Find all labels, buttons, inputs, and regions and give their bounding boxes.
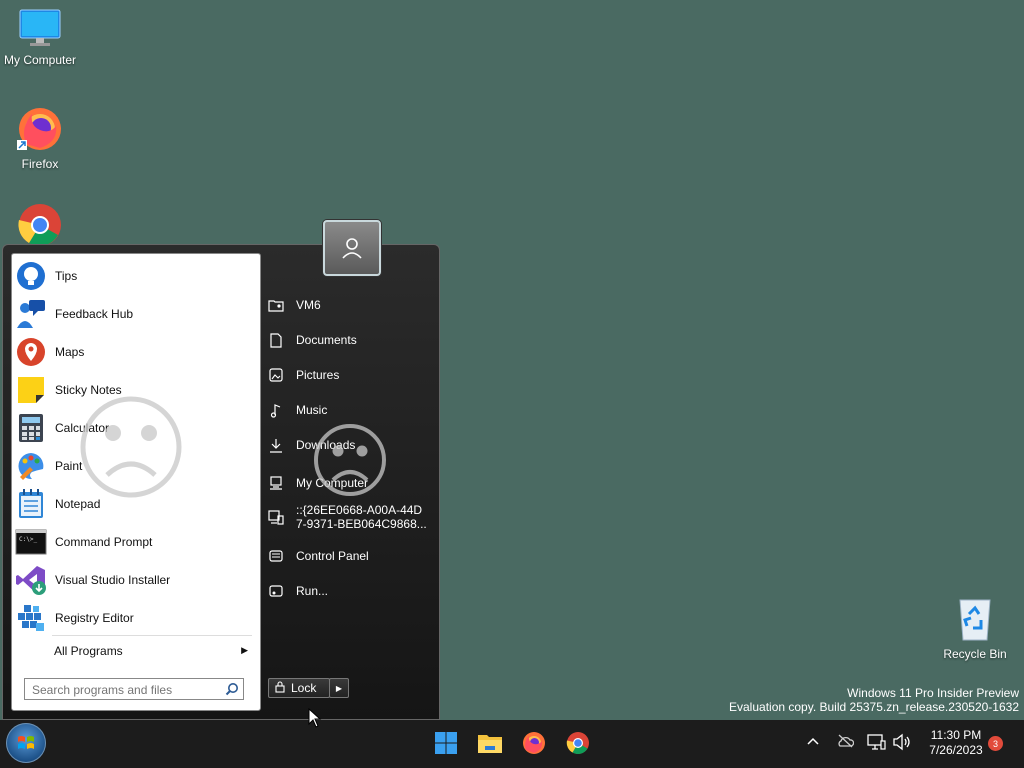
lock-icon [275, 680, 285, 696]
clock-time: 11:30 PM [930, 728, 982, 742]
program-item-feedback-hub[interactable]: Feedback Hub [15, 296, 255, 332]
program-label: Registry Editor [55, 611, 134, 625]
place-label: Documents [296, 333, 357, 347]
firefox-icon [17, 108, 61, 150]
program-item-registry-editor[interactable]: Registry Editor [15, 600, 255, 636]
taskbar: 11:30 PM 7/26/2023 3 [0, 720, 1024, 768]
program-item-tips[interactable]: Tips [15, 258, 255, 294]
desktop-icon-my-computer[interactable]: My Computer [0, 8, 80, 67]
place-label-line-1: ::{26EE0668-A00A-44D [296, 503, 423, 517]
user-folder-icon [268, 297, 284, 313]
start-button[interactable] [6, 723, 46, 763]
desktop-icon-label: Firefox [21, 157, 59, 171]
taskbar-file-explorer[interactable] [476, 729, 504, 757]
program-label: Command Prompt [55, 535, 153, 549]
onedrive-icon[interactable] [836, 734, 855, 751]
place-item-user-folder[interactable]: VM6 [268, 297, 428, 313]
program-label: Visual Studio Installer [55, 573, 171, 587]
place-label: Control Panel [296, 549, 369, 563]
all-programs-item[interactable]: All Programs ▶ [54, 644, 254, 658]
program-label: Notepad [55, 497, 101, 511]
search-input[interactable] [30, 680, 224, 700]
program-label: Feedback Hub [55, 307, 134, 321]
remote-icon [268, 509, 284, 525]
lock-label: Lock [291, 681, 317, 695]
watermark-line-1: Windows 11 Pro Insider Preview [847, 686, 1019, 700]
place-item-pictures[interactable]: Pictures [268, 367, 428, 383]
monitor-icon [19, 9, 61, 46]
control-panel-icon [268, 548, 284, 564]
desktop-icon-label: My Computer [3, 53, 77, 67]
desktop-icon-label: Recycle Bin [943, 647, 1007, 661]
notepad-icon [15, 488, 47, 520]
windows-logo-icon [18, 736, 34, 749]
user-icon [342, 238, 362, 259]
clock-date: 7/26/2023 [929, 743, 983, 757]
place-label: Pictures [296, 368, 340, 382]
computer-icon [268, 475, 284, 491]
place-item-control-panel[interactable]: Control Panel [268, 548, 428, 564]
visual-studio-installer-icon [15, 564, 47, 596]
chrome-icon [566, 732, 589, 754]
maps-icon [15, 336, 47, 368]
pictures-icon [268, 367, 284, 383]
user-avatar[interactable] [323, 220, 381, 276]
svg-text:C:\>_: C:\>_ [19, 536, 37, 543]
documents-icon [268, 332, 284, 348]
taskbar-chrome[interactable] [564, 729, 592, 757]
all-programs-label: All Programs [54, 644, 123, 658]
feedback-hub-icon [15, 298, 47, 330]
place-label: ::{26EE0668-A00A-44D 7-9371-BEB064C9868.… [296, 503, 427, 531]
programs-separator [52, 635, 252, 636]
recycle-bin-icon [959, 599, 991, 641]
downloads-icon [268, 437, 284, 453]
program-label: Maps [55, 345, 85, 359]
mouse-cursor-icon [308, 708, 322, 728]
program-item-visual-studio-installer[interactable]: Visual Studio Installer [15, 562, 255, 598]
volume-icon[interactable] [892, 733, 912, 754]
lock-button[interactable]: Lock [268, 678, 330, 698]
registry-editor-icon [15, 602, 47, 634]
file-explorer-icon [478, 735, 502, 753]
program-label: Tips [55, 269, 78, 283]
place-label-line-2: 7-9371-BEB064C9868... [296, 517, 427, 531]
place-item-documents[interactable]: Documents [268, 332, 428, 348]
run-icon [268, 583, 284, 599]
evaluation-watermark: Windows 11 Pro Insider Preview Evaluatio… [729, 686, 1019, 714]
search-box[interactable] [24, 678, 244, 700]
chrome-icon [18, 204, 61, 246]
desktop-icon-recycle-bin[interactable]: Recycle Bin [935, 596, 1015, 661]
music-icon [268, 402, 284, 418]
paint-icon [15, 450, 47, 482]
search-icon [225, 682, 239, 701]
firefox-icon [523, 732, 545, 754]
place-label: Run... [296, 584, 329, 598]
notification-badge[interactable]: 3 [988, 736, 1003, 751]
windows-start-icon [435, 732, 457, 754]
command-prompt-icon: C:\>_ [15, 526, 47, 558]
shutdown-options-button[interactable]: ▶ [329, 678, 349, 698]
chevron-right-icon: ▶ [335, 683, 343, 693]
submenu-arrow-icon: ▶ [241, 645, 248, 655]
sad-face-icon [80, 396, 182, 498]
tips-icon [15, 260, 47, 292]
place-item-remote[interactable]: ::{26EE0668-A00A-44D 7-9371-BEB064C9868.… [268, 503, 428, 531]
place-item-music[interactable]: Music [268, 402, 428, 418]
show-hidden-icons-chevron-up-icon[interactable] [806, 734, 820, 751]
calculator-icon [15, 412, 47, 444]
place-label: VM6 [296, 298, 321, 312]
watermark-line-2: Evaluation copy. Build 25375.zn_release.… [729, 700, 1019, 714]
taskbar-windows-start[interactable] [432, 729, 460, 757]
program-item-maps[interactable]: Maps [15, 334, 255, 370]
network-icon[interactable] [866, 733, 886, 754]
program-item-command-prompt[interactable]: C:\>_ Command Prompt [15, 524, 255, 560]
place-label: Music [296, 403, 328, 417]
sticky-notes-icon [15, 374, 47, 406]
place-item-run[interactable]: Run... [268, 583, 428, 599]
desktop-icon-firefox[interactable]: Firefox [0, 104, 80, 171]
sad-face-icon [314, 424, 386, 496]
clock[interactable]: 11:30 PM 7/26/2023 [920, 728, 992, 758]
taskbar-firefox[interactable] [520, 729, 548, 757]
